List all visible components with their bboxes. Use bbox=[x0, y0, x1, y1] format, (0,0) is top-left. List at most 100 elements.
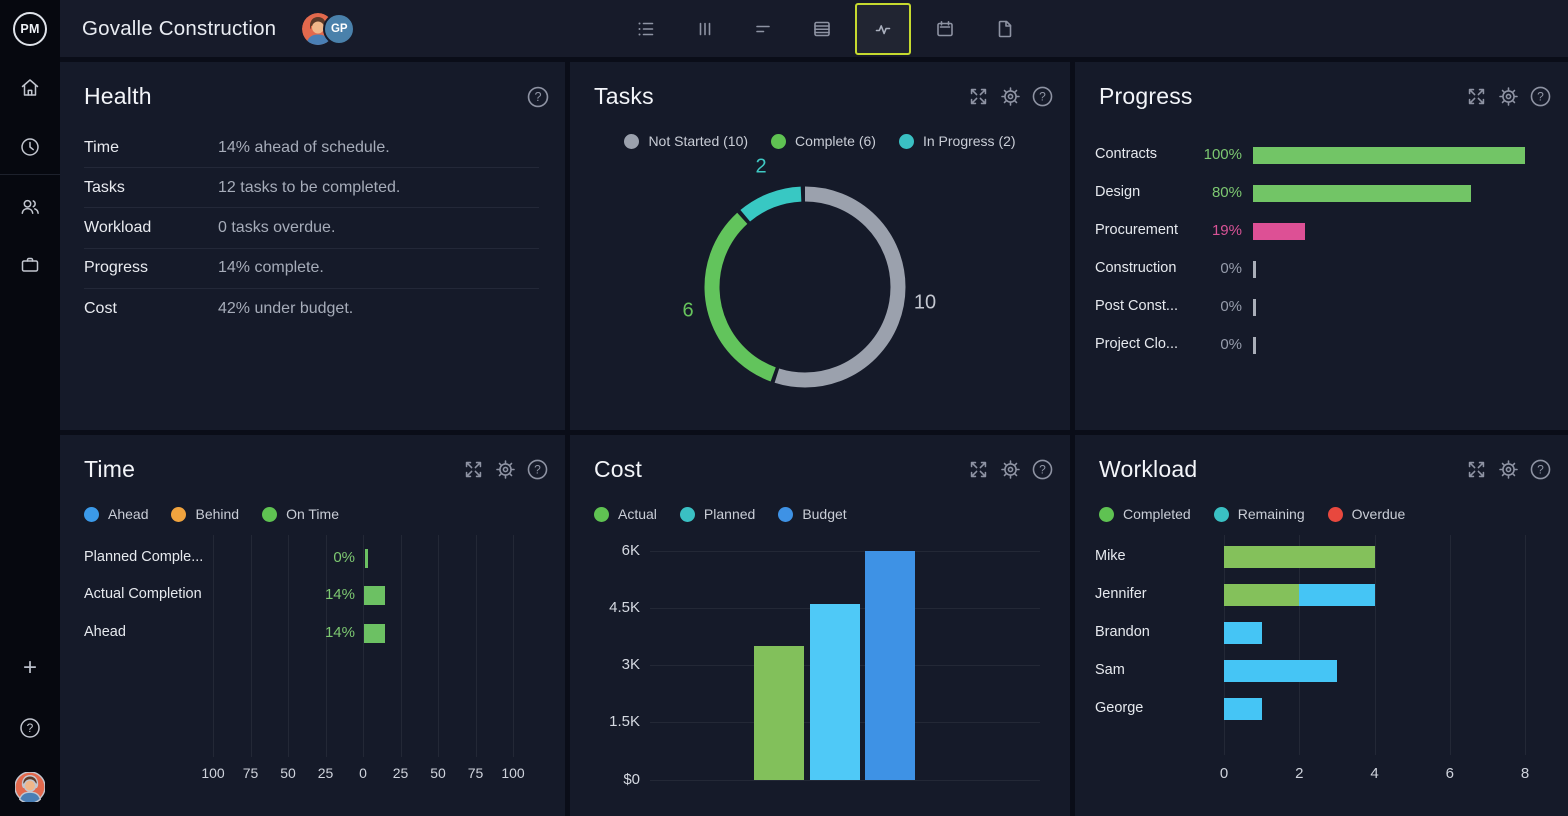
help-icon[interactable]: ? bbox=[1530, 459, 1551, 480]
expand-icon[interactable] bbox=[1466, 86, 1487, 107]
time-category-label: Actual Completion bbox=[84, 586, 202, 602]
calendar-icon bbox=[937, 20, 953, 36]
gear-icon[interactable] bbox=[1000, 459, 1021, 480]
panel-title-tasks: Tasks bbox=[594, 82, 654, 109]
legend-label: Planned bbox=[703, 506, 756, 522]
time-axis-tick: 75 bbox=[467, 765, 484, 781]
briefcase-icon bbox=[21, 257, 39, 272]
legend-label: Not Started (10) bbox=[648, 133, 749, 149]
legend-label: In Progress (2) bbox=[922, 133, 1016, 149]
cost-bar bbox=[754, 646, 804, 780]
sidebar-item-projects[interactable] bbox=[0, 253, 60, 277]
help-icon[interactable]: ? bbox=[527, 86, 549, 107]
legend-label: Completed bbox=[1123, 506, 1191, 522]
sidebar-item-time[interactable] bbox=[0, 135, 60, 159]
legend-dot-icon bbox=[262, 506, 278, 522]
help-icon[interactable]: ? bbox=[1530, 86, 1551, 107]
time-axis-tick: 50 bbox=[430, 765, 446, 781]
workload-axis-tick: 8 bbox=[1520, 765, 1530, 782]
board-view-button[interactable] bbox=[680, 4, 730, 54]
dashboard-view-button[interactable] bbox=[855, 2, 912, 55]
time-axis-tick: 75 bbox=[242, 765, 259, 781]
list-view-button[interactable] bbox=[621, 4, 671, 54]
view-toolbar bbox=[621, 0, 1029, 57]
time-bar bbox=[364, 585, 385, 605]
sidebar-item-team[interactable] bbox=[0, 195, 60, 219]
tasks-legend: Not Started (10) Complete (6) In Progress … bbox=[570, 133, 1070, 149]
workload-axis-tick: 4 bbox=[1370, 765, 1379, 782]
sidebar-item-home[interactable] bbox=[0, 76, 60, 100]
workload-category-label: George bbox=[1095, 700, 1144, 716]
gridline bbox=[1525, 535, 1526, 755]
workload-category-label: Mike bbox=[1095, 548, 1126, 564]
legend-dot-icon bbox=[171, 506, 187, 522]
panel-title-cost: Cost bbox=[594, 455, 643, 482]
gridline bbox=[513, 535, 514, 757]
legend-label: Behind bbox=[195, 506, 240, 522]
project-title: Govalle Construction bbox=[82, 16, 277, 40]
gear-icon[interactable] bbox=[495, 459, 516, 480]
time-value-label: 14% bbox=[324, 624, 355, 641]
health-row: Workload 0 tasks overdue. bbox=[84, 208, 539, 249]
health-row-label: Tasks bbox=[84, 178, 125, 196]
cost-bar bbox=[865, 551, 915, 780]
help-icon[interactable]: ? bbox=[1032, 459, 1053, 480]
sidebar-add-button[interactable]: + bbox=[0, 656, 60, 680]
svg-text:?: ? bbox=[1039, 462, 1046, 476]
workload-axis-tick: 0 bbox=[1219, 765, 1229, 782]
legend-item: In Progress (2) bbox=[898, 133, 1016, 149]
legend-dot-icon bbox=[1099, 506, 1114, 522]
gridline bbox=[213, 535, 214, 757]
sidebar-profile-avatar[interactable] bbox=[0, 772, 60, 802]
person-avatar-icon bbox=[15, 772, 45, 802]
sheet-view-button[interactable] bbox=[797, 4, 847, 54]
legend-label: Remaining bbox=[1237, 506, 1305, 522]
gear-icon[interactable] bbox=[1498, 459, 1519, 480]
cost-legend: Actual Planned Budget bbox=[594, 506, 847, 522]
time-legend: Ahead Behind On Time bbox=[84, 506, 339, 522]
panel-title-health: Health bbox=[84, 82, 152, 109]
sidebar-divider bbox=[0, 174, 60, 175]
gantt-view-button[interactable] bbox=[738, 4, 788, 54]
help-icon[interactable]: ? bbox=[527, 459, 548, 480]
legend-label: Ahead bbox=[108, 506, 149, 522]
document-icon bbox=[998, 20, 1011, 37]
panel-title-time: Time bbox=[84, 455, 136, 482]
gear-icon[interactable] bbox=[1498, 86, 1519, 107]
progress-value-label: 19% bbox=[1211, 222, 1242, 239]
avatar-initials[interactable]: GP bbox=[323, 12, 356, 45]
svg-text:?: ? bbox=[1039, 89, 1046, 103]
svg-text:?: ? bbox=[1537, 89, 1544, 103]
pm-logo-icon: PM bbox=[13, 11, 47, 46]
tasks-donut-chart bbox=[695, 177, 915, 397]
donut-value-label: 2 bbox=[755, 155, 767, 178]
time-bar bbox=[364, 623, 385, 643]
progress-zero-tick bbox=[1253, 260, 1256, 278]
gridline bbox=[1299, 535, 1301, 755]
board-columns-icon bbox=[699, 22, 710, 35]
expand-icon[interactable] bbox=[1466, 459, 1487, 480]
gridline bbox=[1449, 535, 1451, 755]
legend-item: Overdue bbox=[1327, 506, 1405, 522]
health-row-label: Time bbox=[84, 138, 119, 156]
workload-bar-segment bbox=[1224, 660, 1337, 682]
sidebar-help-button[interactable]: ? bbox=[0, 716, 60, 740]
time-category-label: Ahead bbox=[84, 624, 126, 640]
cost-axis-tick: 1.5K bbox=[609, 713, 640, 730]
expand-icon[interactable] bbox=[463, 459, 484, 480]
help-icon[interactable]: ? bbox=[1032, 86, 1053, 107]
progress-value-label: 0% bbox=[1220, 260, 1242, 277]
document-view-button[interactable] bbox=[979, 4, 1029, 54]
gear-icon[interactable] bbox=[1000, 86, 1021, 107]
expand-icon[interactable] bbox=[968, 459, 989, 480]
progress-bar bbox=[1253, 222, 1305, 240]
top-bar: PM Govalle Construction GP bbox=[0, 0, 1568, 57]
sheet-icon bbox=[813, 21, 830, 36]
cost-axis-tick: 3K bbox=[621, 656, 640, 673]
svg-text:?: ? bbox=[534, 462, 541, 476]
app-logo[interactable]: PM bbox=[0, 0, 60, 57]
health-row-value: 42% under budget. bbox=[218, 299, 354, 317]
legend-label: Budget bbox=[802, 506, 847, 522]
expand-icon[interactable] bbox=[968, 86, 989, 107]
calendar-view-button[interactable] bbox=[920, 4, 970, 54]
